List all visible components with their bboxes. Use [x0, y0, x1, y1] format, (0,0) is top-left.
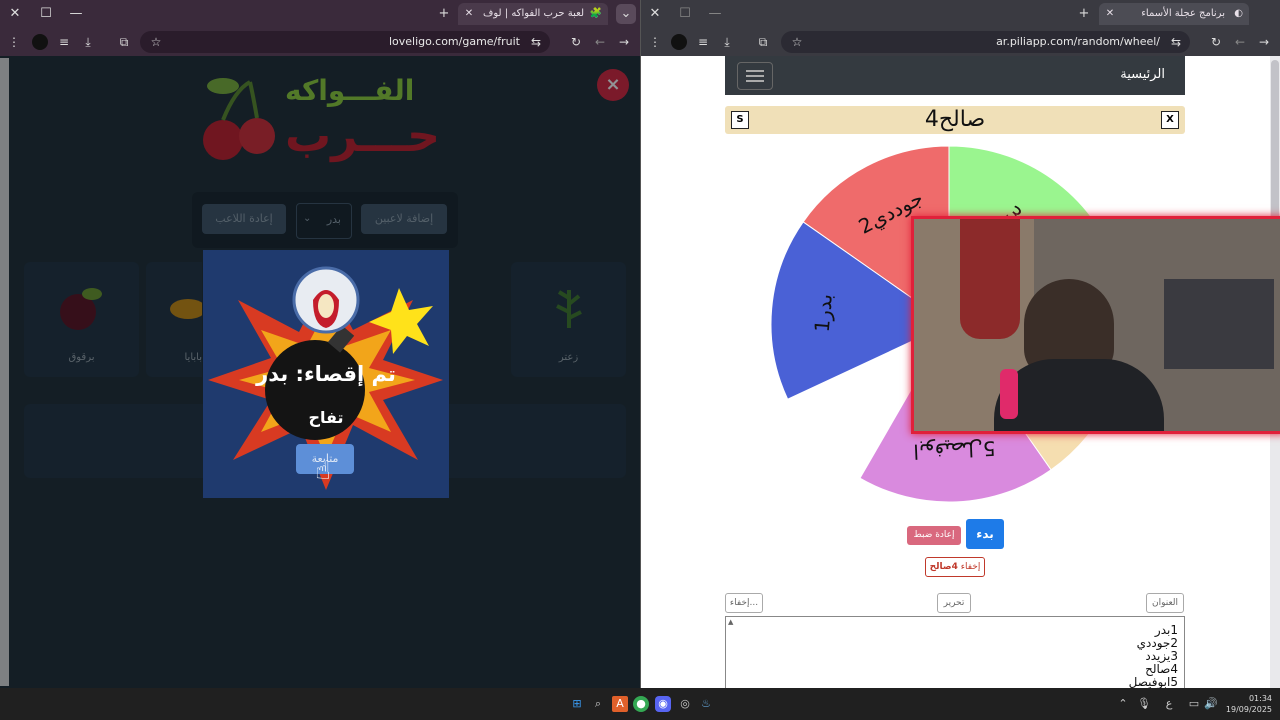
edit-button[interactable]: تحرير [937, 593, 971, 613]
app-icon[interactable]: A [612, 696, 628, 712]
left-tab-bar: ✕ ☐ — + ✕ 🧩 لعبة حرب الفواكه | لوف ليجو … [0, 0, 640, 28]
language-indicator[interactable]: ع [1161, 696, 1177, 712]
new-tab-icon[interactable]: + [1074, 4, 1094, 24]
windows-taskbar: ⊞ ⌕ A ● ◉ ◎ ♨ ⌃ 🎙 ع ▭ 🔊 01:34 19/09/2025 [0, 688, 1280, 720]
wheel-slice-label: 5ابوفيصل [913, 436, 996, 464]
menu-dots-icon[interactable]: ⋮ [647, 34, 663, 50]
tray-expand-icon[interactable]: ⌃ [1115, 696, 1131, 712]
tab-close-icon[interactable]: ✕ [462, 3, 476, 25]
left-browser-window: ✕ ☐ — + ✕ 🧩 لعبة حرب الفواكه | لوف ليجو … [0, 0, 640, 688]
download-icon[interactable]: ⤓ [719, 34, 735, 50]
discord-icon[interactable]: ◉ [655, 696, 671, 712]
steam-icon[interactable]: ♨ [698, 696, 714, 712]
hide-prefix: إخفاء [960, 562, 981, 572]
download-icon[interactable]: ⤓ [80, 34, 96, 50]
network-icon[interactable]: ▭ [1186, 696, 1202, 712]
clock[interactable]: 01:34 19/09/2025 [1222, 693, 1272, 715]
result-bar: S 4صالح X [725, 106, 1185, 134]
bookmark-star-icon[interactable]: ☆ [789, 34, 805, 50]
right-browser-window: ✕ ☐ — + ✕ ◐ برنامج عجلة الأسماء ⋮ ≡ ⤓ ⧉ … [641, 0, 1280, 688]
person-body [994, 359, 1164, 431]
extensions-icon[interactable]: ⧉ [755, 34, 771, 50]
right-omnibox[interactable]: ☆ ar.piliapp.com/random/wheel/ ⇆ [781, 31, 1190, 53]
reading-list-icon[interactable]: ≡ [695, 34, 711, 50]
clothes-rack [1164, 279, 1274, 369]
profile-avatar-icon[interactable] [671, 34, 687, 50]
right-url: ar.piliapp.com/random/wheel/ [996, 35, 1160, 48]
maximize-icon[interactable]: ☐ [36, 4, 56, 24]
right-tab-bar: ✕ ☐ — + ✕ ◐ برنامج عجلة الأسماء [641, 0, 1280, 28]
left-url: loveligo.com/game/fruit [388, 35, 520, 48]
microphone-tray-icon[interactable]: 🎙 [1136, 696, 1152, 712]
tab-title: لعبة حرب الفواكه | لوف ليجو يوف [480, 8, 584, 19]
name-wheel-page: الرئيسية S 4صالح X 3يزيدد 2جوددي 1بدر 5ابوف… [641, 56, 1280, 688]
forward-icon[interactable]: → [1256, 34, 1272, 50]
extensions-icon[interactable]: ⧉ [116, 34, 132, 50]
tab-close-icon[interactable]: ✕ [1103, 3, 1117, 25]
minimize-icon[interactable]: — [705, 4, 725, 24]
volume-icon[interactable]: 🔊 [1203, 696, 1219, 712]
obs-icon[interactable]: ◎ [677, 696, 693, 712]
clock-time: 01:34 [1248, 694, 1272, 703]
names-list-item: 5ابوفيصل [1128, 675, 1178, 689]
resize-up-icon: ▲ [728, 618, 734, 626]
popup-title: تم إقصاء: بدر [256, 362, 396, 386]
clock-date: 19/09/2025 [1225, 705, 1272, 714]
new-tab-icon[interactable]: + [434, 4, 454, 24]
hide-winner-button[interactable]: إخفاء 4صالح [925, 557, 985, 577]
webcam-overlay [911, 216, 1280, 434]
wheel-slice-label: 1بدر [810, 293, 837, 333]
bookmark-star-icon[interactable]: ☆ [148, 34, 164, 50]
back-icon[interactable]: ← [1232, 34, 1248, 50]
left-omnibox[interactable]: ☆ loveligo.com/game/fruit ⇆ [140, 31, 550, 53]
x-button[interactable]: X [1161, 111, 1179, 129]
hamburger-icon [746, 70, 764, 72]
chrome-icon[interactable]: ● [633, 696, 649, 712]
hide-winner-name: 4صالح [929, 562, 958, 572]
right-address-bar: ⋮ ≡ ⤓ ⧉ ☆ ar.piliapp.com/random/wheel/ ⇆… [641, 28, 1280, 56]
forward-icon[interactable]: → [616, 34, 632, 50]
hand-cursor-icon: ☝ [315, 456, 331, 486]
fruit-war-game: الفـــواكه حـــرب × إعادة اللاعب ⌄ بدر إ… [0, 56, 640, 688]
profile-avatar-icon[interactable] [32, 34, 48, 50]
start-button[interactable]: بدء [966, 519, 1004, 549]
left-active-tab[interactable]: ✕ 🧩 لعبة حرب الفواكه | لوف ليجو يوف [458, 3, 608, 25]
hide-list-button[interactable]: إخفاء... [725, 593, 763, 613]
reading-list-icon[interactable]: ≡ [56, 34, 72, 50]
right-active-tab[interactable]: ✕ ◐ برنامج عجلة الأسماء [1099, 3, 1249, 25]
names-textarea[interactable]: ▲ 1بدر 2جوددي 3يزيدد 4صالح 5ابوفيصل [725, 616, 1185, 688]
reset-button[interactable]: إعادة ضبط [907, 526, 961, 545]
names-list: 1بدر 2جوددي 3يزيدد 4صالح 5ابوفيصل [1128, 624, 1178, 689]
tab-search-icon[interactable]: ⌄ [616, 4, 636, 24]
site-settings-icon[interactable]: ⇆ [1168, 34, 1184, 50]
minimize-icon[interactable]: — [66, 4, 86, 24]
search-icon[interactable]: ⌕ [590, 696, 606, 712]
tab-title: برنامج عجلة الأسماء [1141, 8, 1225, 19]
reload-icon[interactable]: ↻ [568, 34, 584, 50]
start-menu-icon[interactable]: ⊞ [569, 696, 585, 712]
close-window-icon[interactable]: ✕ [5, 4, 25, 24]
hamburger-menu-button[interactable] [737, 62, 773, 90]
tab-favicon-icon: 🧩 [589, 8, 602, 19]
site-navbar: الرئيسية [725, 56, 1185, 95]
nav-home-link[interactable]: الرئيسية [1120, 67, 1165, 82]
close-window-icon[interactable]: ✕ [645, 4, 665, 24]
popup-fruit: تفاح [308, 408, 344, 427]
title-button[interactable]: العنوان [1146, 593, 1184, 613]
site-settings-icon[interactable]: ⇆ [528, 34, 544, 50]
maximize-icon[interactable]: ☐ [675, 4, 695, 24]
menu-dots-icon[interactable]: ⋮ [6, 34, 22, 50]
back-icon[interactable]: ← [592, 34, 608, 50]
reload-icon[interactable]: ↻ [1208, 34, 1224, 50]
microphone-icon [1000, 369, 1018, 419]
tab-favicon-icon: ◐ [1234, 8, 1243, 19]
left-address-bar: ⋮ ≡ ⤓ ⧉ ☆ loveligo.com/game/fruit ⇆ ↻ ← … [0, 28, 640, 56]
result-name: 4صالح [924, 107, 986, 132]
hanging-clothes [960, 219, 1020, 339]
elimination-popup: تم إقصاء: بدر تفاح متابعة ☝ [203, 250, 449, 498]
